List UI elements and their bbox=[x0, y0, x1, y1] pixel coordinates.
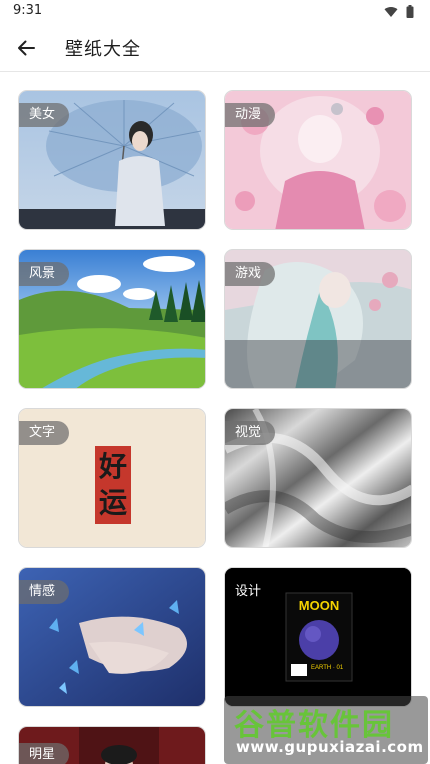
category-card-scenery[interactable]: 风景 bbox=[18, 249, 206, 389]
status-bar: 9:31 bbox=[0, 0, 430, 24]
card-label: 明星 bbox=[19, 743, 70, 764]
category-card-game[interactable]: 游戏 bbox=[224, 249, 412, 389]
category-card-visual[interactable]: 视觉 bbox=[224, 408, 412, 548]
poster-title: MOON bbox=[298, 598, 340, 613]
category-card-anime[interactable]: 动漫 bbox=[224, 90, 412, 230]
card-label: 设计 bbox=[235, 584, 262, 599]
card-label: 动漫 bbox=[225, 103, 276, 127]
category-card-emotion[interactable]: 情感 bbox=[18, 567, 206, 707]
card-label: 风景 bbox=[19, 262, 70, 286]
card-label: 美女 bbox=[19, 103, 70, 127]
poster-subtitle: EARTH · 01 bbox=[311, 665, 344, 671]
card-label: 文字 bbox=[19, 421, 70, 445]
category-card-celebrity[interactable]: 明星 bbox=[18, 726, 206, 764]
calligraphy-text: 好运 bbox=[98, 450, 127, 519]
status-icons bbox=[384, 5, 414, 18]
category-card-text[interactable]: 好运 文字 bbox=[18, 408, 206, 548]
watermark-logo: 谷普软件园 www.gupuxiazai.com bbox=[224, 696, 428, 764]
page-title: 壁纸大全 bbox=[65, 39, 141, 60]
arrow-back-icon bbox=[18, 40, 35, 56]
card-label: 视觉 bbox=[225, 421, 276, 445]
watermark-url: www.gupuxiazai.com bbox=[236, 738, 424, 756]
back-button[interactable] bbox=[10, 32, 42, 64]
battery-icon bbox=[406, 5, 414, 18]
card-label: 情感 bbox=[19, 580, 70, 604]
wifi-icon bbox=[384, 6, 398, 17]
card-label: 游戏 bbox=[225, 262, 276, 286]
status-time: 9:31 bbox=[13, 3, 43, 18]
app-bar: 壁纸大全 bbox=[0, 24, 430, 72]
category-card-design[interactable]: MOON EARTH · 01 设计 bbox=[224, 567, 412, 707]
category-card-beauty[interactable]: 美女 bbox=[18, 90, 206, 230]
